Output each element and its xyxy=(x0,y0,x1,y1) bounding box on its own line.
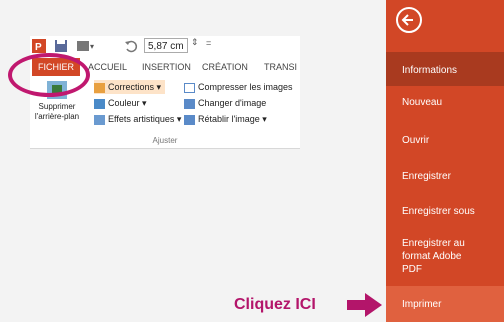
remove-bg-label-1: Supprimer xyxy=(38,102,76,111)
save-icon[interactable] xyxy=(54,39,68,53)
menu-label: Enregistrer xyxy=(402,171,451,182)
couleur-icon xyxy=(94,98,105,109)
menu-label: Informations xyxy=(402,65,458,76)
tab-creation[interactable]: CRÉATION xyxy=(202,58,248,76)
effets-icon xyxy=(94,114,105,125)
menu-item-imprimer[interactable]: Imprimer xyxy=(386,286,504,322)
menu-item-informations[interactable]: Informations xyxy=(386,52,504,86)
highlight-circle xyxy=(8,53,90,97)
menu-item-enregistrer-sous[interactable]: Enregistrer sous xyxy=(386,205,504,218)
corrections-button[interactable]: Corrections ▾ xyxy=(94,80,166,94)
back-arrow-icon xyxy=(401,14,413,26)
menu-label-line: Enregistrer au xyxy=(402,238,465,249)
menu-label-line: PDF xyxy=(402,264,422,275)
tab-transitions[interactable]: TRANSI xyxy=(264,58,297,76)
changer-icon xyxy=(184,98,195,109)
remove-background-button[interactable]: Supprimer l'arrière-plan xyxy=(32,102,82,122)
menu-label-line: format Adobe xyxy=(402,251,462,262)
menu-label: Nouveau xyxy=(402,97,443,108)
spinner-icon[interactable]: ⇕ xyxy=(191,37,199,48)
arrow-right-icon xyxy=(347,293,382,317)
tab-insertion[interactable]: INSERTION xyxy=(142,58,191,76)
remove-bg-label-2: l'arrière-plan xyxy=(34,112,80,121)
menu-item-nouveau[interactable]: Nouveau xyxy=(386,96,504,109)
retablir-icon xyxy=(184,114,195,125)
menu-item-ouvrir[interactable]: Ouvrir xyxy=(386,134,504,147)
powerpoint-icon[interactable]: P xyxy=(32,39,46,53)
effets-label: Effets artistiques xyxy=(108,114,175,124)
svg-text:▾: ▾ xyxy=(90,42,94,51)
cliquez-ici-annotation: Cliquez ICI xyxy=(234,296,316,313)
customize-qat-icon[interactable]: = xyxy=(206,38,211,48)
couleur-label: Couleur xyxy=(108,98,140,108)
corrections-icon xyxy=(94,82,105,93)
print-preview-icon[interactable]: ▾ xyxy=(76,39,94,53)
changer-label: Changer d'image xyxy=(198,98,267,108)
svg-text:P: P xyxy=(35,42,42,53)
menu-item-enregistrer[interactable]: Enregistrer xyxy=(386,170,504,183)
compresser-label: Compresser les images xyxy=(198,82,293,92)
backstage-sidebar: Informations Nouveau Ouvrir Enregistrer … xyxy=(386,0,504,322)
menu-item-enregistrer-pdf[interactable]: Enregistrer au format Adobe PDF xyxy=(386,237,504,276)
compresser-button[interactable]: Compresser les images xyxy=(184,80,293,94)
menu-label: Imprimer xyxy=(402,299,442,310)
quick-access-toolbar: P ▾ 5,87 cm ⇕ = xyxy=(30,36,300,58)
compresser-icon xyxy=(184,82,195,93)
back-button[interactable] xyxy=(396,7,422,33)
changer-image-button[interactable]: Changer d'image xyxy=(184,96,266,110)
tab-accueil[interactable]: ACCUEIL xyxy=(88,58,127,76)
undo-icon[interactable] xyxy=(124,39,138,53)
retablir-label: Rétablir l'image xyxy=(198,114,260,124)
width-field[interactable]: 5,87 cm xyxy=(144,38,188,53)
couleur-button[interactable]: Couleur ▾ xyxy=(94,96,147,110)
retablir-image-button[interactable]: Rétablir l'image ▾ xyxy=(184,112,267,126)
menu-label: Ouvrir xyxy=(402,135,430,146)
effets-artistiques-button[interactable]: Effets artistiques ▾ xyxy=(94,112,181,126)
group-label-ajuster: Ajuster xyxy=(152,136,178,145)
corrections-label: Corrections xyxy=(108,82,155,92)
menu-label: Enregistrer sous xyxy=(402,206,475,217)
